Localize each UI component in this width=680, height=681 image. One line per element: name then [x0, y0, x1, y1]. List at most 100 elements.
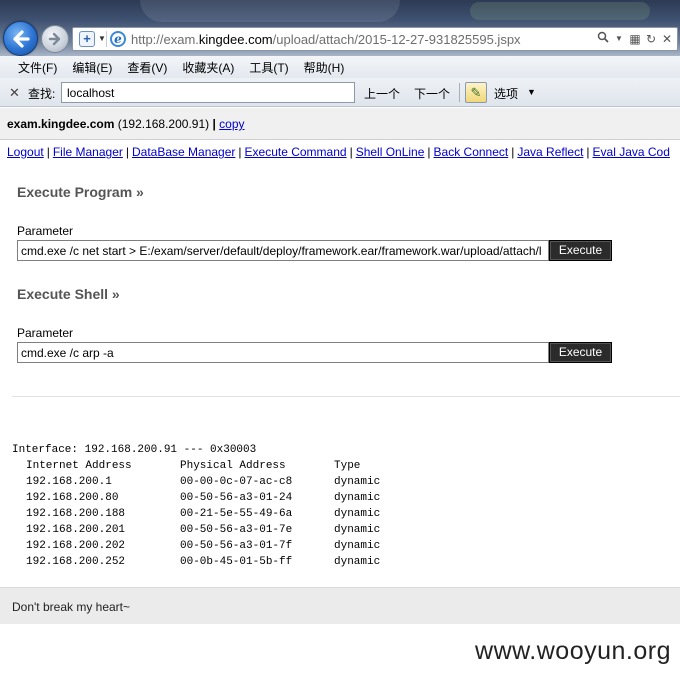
find-label: 查找:	[28, 87, 56, 101]
row-type: dynamic	[334, 540, 381, 552]
row-mac: 00-50-56-a3-01-24	[180, 492, 293, 504]
execute-shell-button[interactable]: Execute	[549, 342, 612, 363]
command-output: Interface: 192.168.200.91 --- 0x30003 In…	[12, 442, 672, 570]
link-database-manager[interactable]: DataBase Manager	[132, 145, 235, 159]
link-logout[interactable]: Logout	[7, 145, 44, 159]
chevron-down-icon[interactable]: ▼	[527, 87, 536, 97]
find-close-icon[interactable]: ✕	[9, 85, 20, 101]
copy-link[interactable]: copy	[219, 117, 244, 131]
row-type: dynamic	[334, 476, 381, 488]
link-separator: |	[46, 145, 50, 159]
refresh-icon[interactable]: ↻	[645, 32, 657, 46]
row-mac: 00-50-56-a3-01-7f	[180, 540, 293, 552]
find-divider	[459, 83, 460, 102]
forward-arrow-icon	[48, 32, 61, 46]
link-separator: |	[511, 145, 515, 159]
row-mac: 00-0b-45-01-5b-ff	[180, 556, 293, 568]
execute-program-input[interactable]: cmd.exe /c net start > E:/exam/server/de…	[17, 240, 549, 261]
title-bar-background	[140, 0, 400, 22]
table-row: 192.168.200.1 00-00-0c-07-ac-c8 dynamic	[12, 474, 672, 490]
url-path: /upload/attach/2015-12-27-931825595.jspx	[272, 32, 521, 47]
row-type: dynamic	[334, 492, 381, 504]
address-divider	[106, 31, 107, 47]
output-header-row: Internet Address Physical Address Type	[12, 458, 672, 474]
find-input[interactable]	[61, 82, 355, 103]
execute-program-title: Execute Program »	[17, 184, 144, 200]
close-icon[interactable]: ✕	[661, 32, 673, 46]
link-shell-online[interactable]: Shell OnLine	[356, 145, 425, 159]
link-back-connect[interactable]: Back Connect	[434, 145, 509, 159]
link-file-manager[interactable]: File Manager	[53, 145, 123, 159]
row-ip: 192.168.200.252	[26, 556, 126, 568]
url-prefix: http://exam.	[131, 32, 199, 47]
back-button[interactable]	[3, 21, 38, 56]
execute-shell-param-label: Parameter	[17, 326, 74, 340]
find-previous-button[interactable]: 上一个	[364, 85, 400, 102]
menu-view[interactable]: 查看(V)	[127, 59, 167, 76]
search-icon[interactable]	[597, 31, 609, 46]
forward-button[interactable]	[41, 25, 69, 53]
find-bar: ✕ 查找: 上一个 下一个 ✎ 选项 ▼	[0, 78, 680, 107]
find-next-button[interactable]: 下一个	[414, 85, 450, 102]
host-header: exam.kingdee.com (192.168.200.91) | copy	[0, 108, 680, 140]
section-divider	[12, 396, 680, 397]
menu-bar: 文件(F) 编辑(E) 查看(V) 收藏夹(A) 工具(T) 帮助(H)	[0, 56, 680, 78]
row-mac: 00-00-0c-07-ac-c8	[180, 476, 293, 488]
execute-program-button[interactable]: Execute	[549, 240, 612, 261]
host-name: exam.kingdee.com	[7, 117, 115, 131]
output-header-physical: Physical Address	[180, 460, 286, 472]
address-tools: ▼ ▦ ↻ ✕	[597, 31, 673, 46]
row-type: dynamic	[334, 524, 381, 536]
row-ip: 192.168.200.201	[26, 524, 126, 536]
address-bar[interactable]: + ▼ e http://exam.kingdee.com/upload/att…	[72, 27, 678, 51]
link-separator: |	[349, 145, 353, 159]
link-execute-command[interactable]: Execute Command	[245, 145, 347, 159]
table-row: 192.168.200.188 00-21-5e-55-49-6a dynamic	[12, 506, 672, 522]
back-arrow-icon	[12, 29, 30, 48]
highlight-matches-icon[interactable]: ✎	[465, 82, 487, 103]
url-domain: kingdee.com	[198, 32, 273, 47]
link-separator: |	[427, 145, 431, 159]
table-row: 192.168.200.252 00-0b-45-01-5b-ff dynamic	[12, 554, 672, 570]
host-separator: |	[212, 117, 216, 131]
add-favorite-icon[interactable]: +	[79, 31, 95, 47]
host-ip: (192.168.200.91)	[114, 117, 213, 131]
link-java-reflect[interactable]: Java Reflect	[517, 145, 583, 159]
find-options-button[interactable]: 选项	[494, 85, 518, 102]
link-separator: |	[238, 145, 242, 159]
menu-help[interactable]: 帮助(H)	[304, 59, 345, 76]
page-footer: Don't break my heart~	[0, 587, 680, 624]
url-text[interactable]: http://exam.kingdee.com/upload/attach/20…	[131, 32, 521, 47]
row-mac: 00-21-5e-55-49-6a	[180, 508, 293, 520]
page-content: exam.kingdee.com (192.168.200.91) | copy…	[0, 108, 680, 681]
output-interface-line: Interface: 192.168.200.91 --- 0x30003	[12, 444, 257, 456]
execute-shell-input[interactable]: cmd.exe /c arp -a	[17, 342, 549, 363]
row-type: dynamic	[334, 508, 381, 520]
execute-program-param-label: Parameter	[17, 224, 74, 238]
output-header-type: Type	[334, 460, 361, 472]
footer-text: Don't break my heart~	[12, 600, 131, 614]
execute-shell-title: Execute Shell »	[17, 286, 120, 302]
row-type: dynamic	[334, 556, 381, 568]
chevron-down-icon[interactable]: ▼	[98, 34, 106, 43]
link-separator: |	[586, 145, 590, 159]
link-separator: |	[125, 145, 129, 159]
menu-favorites[interactable]: 收藏夹(A)	[182, 59, 234, 76]
title-bar-background-tab	[470, 2, 650, 20]
row-ip: 192.168.200.188	[26, 508, 126, 520]
table-row: 192.168.200.202 00-50-56-a3-01-7f dynamic	[12, 538, 672, 554]
table-row: 192.168.200.80 00-50-56-a3-01-24 dynamic	[12, 490, 672, 506]
menu-edit[interactable]: 编辑(E)	[72, 59, 112, 76]
compatibility-view-icon[interactable]: ▦	[629, 32, 641, 46]
table-row: 192.168.200.201 00-50-56-a3-01-7e dynamic	[12, 522, 672, 538]
watermark: www.wooyun.org	[475, 637, 671, 665]
link-eval-java-code[interactable]: Eval Java Cod	[593, 145, 670, 159]
row-ip: 192.168.200.202	[26, 540, 126, 552]
row-ip: 192.168.200.1	[26, 476, 112, 488]
dropdown-caret-icon[interactable]: ▼	[613, 34, 625, 43]
menu-tools[interactable]: 工具(T)	[249, 59, 288, 76]
row-ip: 192.168.200.80	[26, 492, 119, 504]
nav-links: Logout | File Manager | DataBase Manager | Exe…	[7, 145, 680, 159]
menu-file[interactable]: 文件(F)	[18, 59, 57, 76]
ie-page-icon: e	[110, 31, 126, 47]
